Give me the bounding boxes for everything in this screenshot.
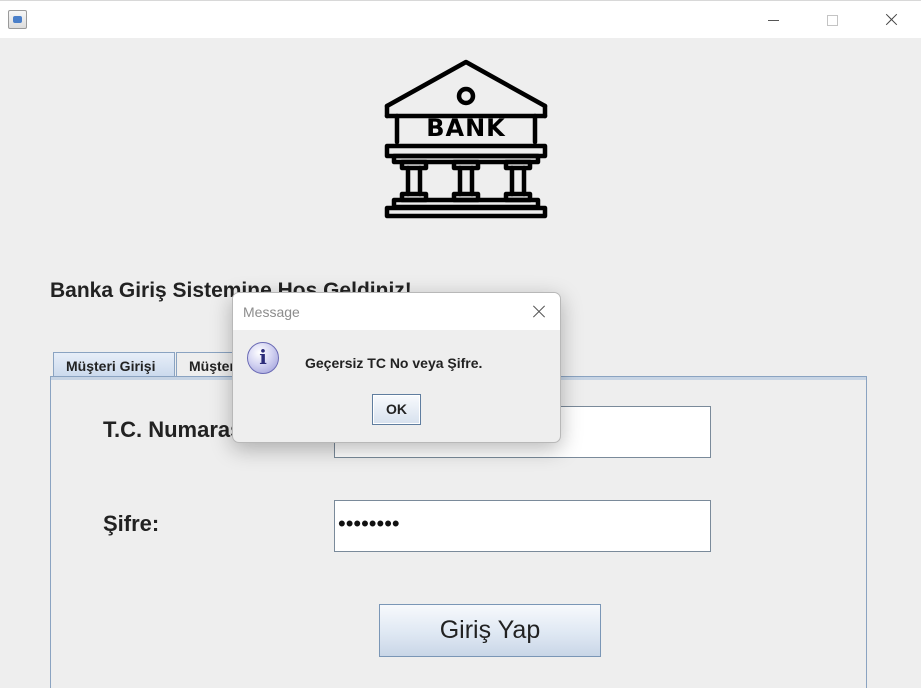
dialog-message: Geçersiz TC No veya Şifre.	[305, 355, 483, 371]
password-field[interactable]: ••••••••	[334, 500, 711, 552]
ok-button[interactable]: OK	[372, 394, 421, 425]
dialog-title: Message	[243, 304, 300, 320]
tab-customer-login[interactable]: Müşteri Girişi	[53, 352, 175, 378]
minimize-icon[interactable]	[760, 9, 786, 31]
password-label: Şifre:	[103, 511, 160, 536]
maximize-icon[interactable]	[819, 9, 845, 31]
dialog-title-bar[interactable]: Message	[233, 293, 560, 330]
close-icon[interactable]	[878, 9, 904, 31]
info-icon: i	[247, 342, 279, 374]
login-button[interactable]: Giriş Yap	[379, 604, 601, 657]
bank-building-icon: BANK	[384, 59, 548, 219]
message-dialog: Message i Geçersiz TC No veya Şifre. OK	[232, 292, 561, 443]
java-app-icon[interactable]	[8, 10, 27, 29]
dialog-close-icon[interactable]	[529, 302, 549, 322]
logo-bank-text: BANK	[426, 114, 506, 142]
window-title-bar	[0, 0, 921, 38]
